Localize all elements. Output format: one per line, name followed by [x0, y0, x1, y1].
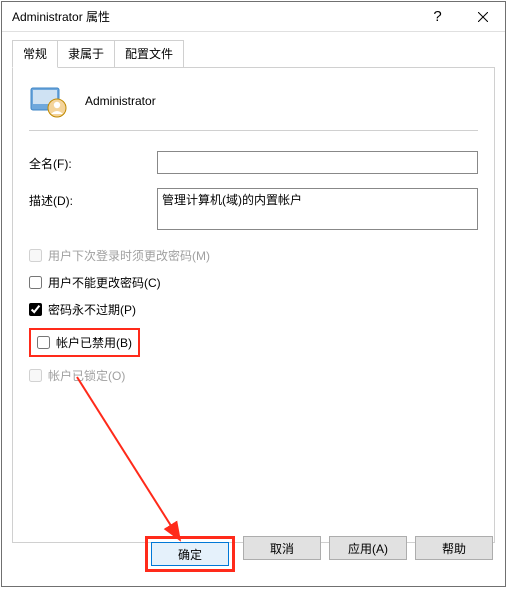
- dialog-button-row: 确定 取消 应用(A) 帮助: [145, 536, 493, 572]
- titlebar: Administrator 属性 ?: [2, 2, 505, 32]
- titlebar-buttons: ?: [415, 2, 505, 31]
- help-icon[interactable]: ?: [415, 2, 460, 31]
- tab-profile[interactable]: 配置文件: [114, 40, 184, 68]
- tab-general[interactable]: 常规: [12, 40, 58, 68]
- apply-button[interactable]: 应用(A): [329, 536, 407, 560]
- window-title: Administrator 属性: [12, 8, 415, 25]
- checkbox-never-expires-input[interactable]: [29, 303, 42, 316]
- checkbox-account-disabled-input[interactable]: [37, 336, 50, 349]
- checkbox-cannot-change-input[interactable]: [29, 276, 42, 289]
- description-input[interactable]: 管理计算机(域)的内置帐户: [157, 188, 478, 230]
- fullname-label: 全名(F):: [29, 151, 157, 172]
- tab-panel-general: Administrator 全名(F): 描述(D): 管理计算机(域)的内置帐…: [12, 67, 495, 543]
- cancel-button[interactable]: 取消: [243, 536, 321, 560]
- description-label: 描述(D):: [29, 188, 157, 209]
- description-row: 描述(D): 管理计算机(域)的内置帐户: [29, 188, 478, 233]
- checkbox-locked-input: [29, 369, 42, 382]
- checkbox-group: 用户下次登录时须更改密码(M) 用户不能更改密码(C) 密码永不过期(P) 帐户…: [29, 247, 478, 384]
- fullname-row: 全名(F):: [29, 151, 478, 174]
- help-button[interactable]: 帮助: [415, 536, 493, 560]
- ok-button[interactable]: 确定: [151, 542, 229, 566]
- highlight-account-disabled: 帐户已禁用(B): [29, 328, 140, 357]
- checkbox-locked-label: 帐户已锁定(O): [48, 367, 125, 384]
- checkbox-must-change-input: [29, 249, 42, 262]
- checkbox-cannot-change-label: 用户不能更改密码(C): [48, 274, 161, 291]
- username-label: Administrator: [85, 94, 156, 108]
- tab-strip: 常规 隶属于 配置文件: [12, 40, 505, 68]
- checkbox-must-change-label: 用户下次登录时须更改密码(M): [48, 247, 210, 264]
- user-account-icon: [29, 82, 67, 120]
- checkbox-must-change: 用户下次登录时须更改密码(M): [29, 247, 478, 264]
- tab-memberof[interactable]: 隶属于: [57, 40, 115, 68]
- highlight-ok-button: 确定: [145, 536, 235, 572]
- checkbox-never-expires-label: 密码永不过期(P): [48, 301, 136, 318]
- checkbox-cannot-change[interactable]: 用户不能更改密码(C): [29, 274, 478, 291]
- separator: [29, 130, 478, 131]
- properties-dialog: Administrator 属性 ? 常规 隶属于 配置文件 Admini: [1, 1, 506, 587]
- checkbox-locked: 帐户已锁定(O): [29, 367, 478, 384]
- fullname-input[interactable]: [157, 151, 478, 174]
- close-icon[interactable]: [460, 2, 505, 31]
- checkbox-account-disabled-label: 帐户已禁用(B): [56, 334, 132, 351]
- checkbox-never-expires[interactable]: 密码永不过期(P): [29, 301, 478, 318]
